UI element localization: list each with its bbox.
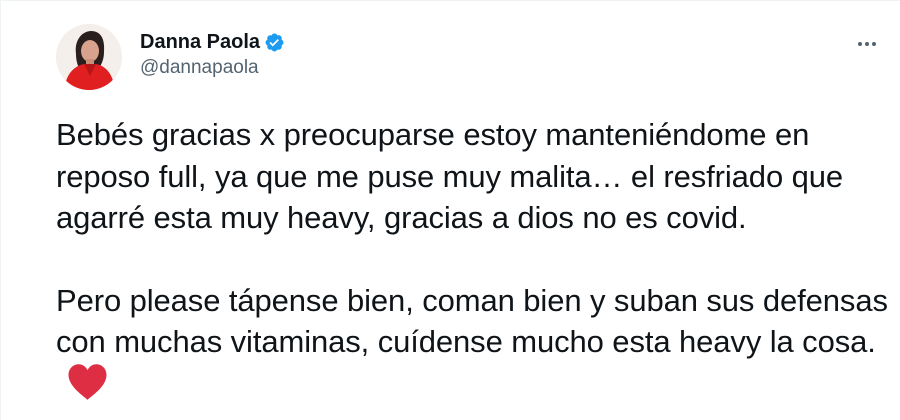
tweet-paragraph-2: Pero please tápense bien, coman bien y s… [56, 280, 891, 406]
more-dot-icon [872, 42, 876, 46]
tweet-paragraph-2-text: Pero please tápense bien, coman bien y s… [56, 282, 888, 360]
avatar-image [56, 24, 122, 90]
more-dot-icon [858, 42, 862, 46]
author-display-name[interactable]: Danna Paola [140, 29, 260, 55]
name-row: Danna Paola [140, 29, 285, 55]
author-handle[interactable]: @dannapaola [140, 55, 285, 81]
tweet-paragraph-1: Bebés gracias x preocuparse estoy manten… [56, 117, 844, 235]
author-info: Danna Paola @dannapaola [140, 29, 285, 81]
verified-badge-icon [265, 33, 284, 51]
red-heart-icon [68, 363, 107, 400]
tweet-text: Bebés gracias x preocuparse estoy manten… [56, 114, 891, 405]
more-dot-icon [865, 42, 869, 46]
more-options-button[interactable] [850, 30, 884, 58]
tweet-card: Danna Paola @dannapaola Bebés gracias x … [0, 0, 900, 420]
author-avatar[interactable] [56, 24, 122, 90]
